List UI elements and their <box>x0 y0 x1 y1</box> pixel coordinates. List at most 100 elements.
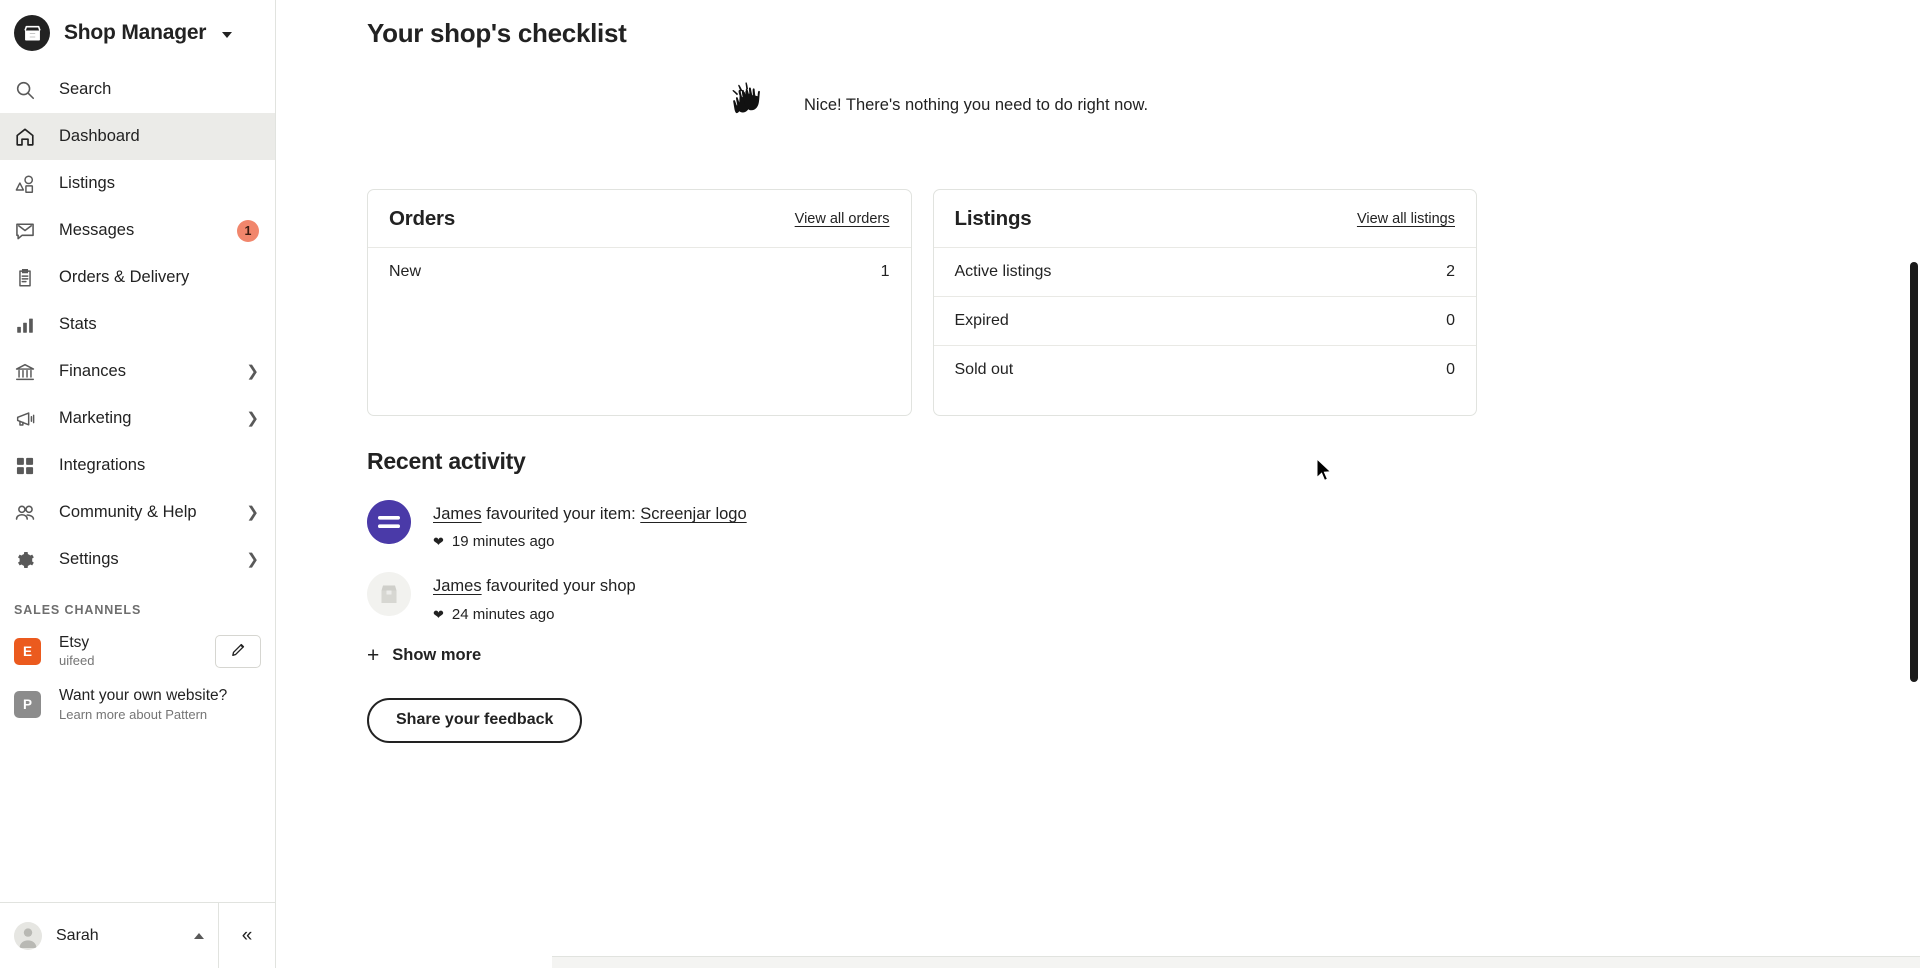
orders-row-new[interactable]: New 1 <box>368 248 911 296</box>
heart-icon: ❤ <box>433 608 444 621</box>
activity-target-link[interactable]: Screenjar logo <box>640 505 746 523</box>
sales-channel-pattern[interactable]: P Want your own website? Learn more abou… <box>0 678 275 731</box>
shapes-icon <box>14 173 40 195</box>
brand-title: Shop Manager <box>64 21 206 45</box>
listings-card: Listings View all listings Active listin… <box>933 189 1478 416</box>
sidebar-item-label: Stats <box>59 315 97 334</box>
chevron-down-icon[interactable] <box>222 32 232 38</box>
sidebar-item-messages[interactable]: Messages 1 <box>0 207 275 254</box>
sidebar-item-label: Messages <box>59 221 134 240</box>
collapse-sidebar-button[interactable]: « <box>219 903 275 968</box>
listings-row-label: Sold out <box>955 361 1014 379</box>
sidebar-item-label: Search <box>59 80 111 99</box>
bank-icon <box>14 361 40 383</box>
activity-line: James favourited your item: Screenjar lo… <box>433 503 747 525</box>
view-all-orders-link[interactable]: View all orders <box>795 211 890 227</box>
show-more-button[interactable]: + Show more <box>367 645 1920 666</box>
chevron-right-icon: ❯ <box>246 411 259 426</box>
sidebar-item-listings[interactable]: Listings <box>0 160 275 207</box>
sidebar-item-label: Marketing <box>59 409 131 428</box>
double-chevron-left-icon: « <box>242 925 253 947</box>
plus-icon: + <box>367 645 379 666</box>
activity-item: James favourited your item: Screenjar lo… <box>367 500 1920 550</box>
activity-actor-link[interactable]: James <box>433 505 482 523</box>
pencil-icon <box>230 641 247 663</box>
purple-lines-avatar <box>367 500 411 544</box>
sidebar-scroll-area: Shop Manager Search Dashb <box>0 0 275 902</box>
orders-card: Orders View all orders New 1 <box>367 189 912 416</box>
listings-row-expired[interactable]: Expired 0 <box>934 297 1477 346</box>
sidebar-item-label: Community & Help <box>59 503 197 522</box>
vertical-scrollbar[interactable] <box>1910 262 1918 682</box>
recent-activity-list: James favourited your item: Screenjar lo… <box>367 500 1920 666</box>
sidebar-item-finances[interactable]: Finances ❯ <box>0 348 275 395</box>
checklist-empty-message: Nice! There's nothing you need to do rig… <box>804 96 1148 115</box>
raised-hands-icon <box>730 79 782 132</box>
sidebar-item-label: Integrations <box>59 456 145 475</box>
etsy-channel-title: Etsy <box>59 633 215 652</box>
sidebar-item-integrations[interactable]: Integrations <box>0 442 275 489</box>
listings-row-label: Active listings <box>955 263 1052 281</box>
chevron-right-icon: ❯ <box>246 364 259 379</box>
sidebar-item-stats[interactable]: Stats <box>0 301 275 348</box>
bar-chart-icon <box>14 314 40 336</box>
show-more-label: Show more <box>392 646 481 665</box>
listings-row-value: 0 <box>1446 361 1455 379</box>
sidebar-item-label: Settings <box>59 550 119 569</box>
activity-body: James favourited your item: Screenjar lo… <box>433 500 747 550</box>
etsy-channel-subtitle: uifeed <box>59 653 215 670</box>
envelope-chat-icon <box>14 220 40 242</box>
listings-row-value: 0 <box>1446 312 1455 330</box>
edit-shop-button[interactable] <box>215 635 261 668</box>
listings-row-active[interactable]: Active listings 2 <box>934 248 1477 297</box>
sidebar-item-settings[interactable]: Settings ❯ <box>0 536 275 583</box>
orders-row-value: 1 <box>881 263 890 281</box>
sales-channel-etsy[interactable]: E Etsy uifeed <box>0 625 275 678</box>
people-icon <box>14 502 40 524</box>
listings-row-sold-out[interactable]: Sold out 0 <box>934 346 1477 394</box>
main-content: Your shop's checklist Nice! There's noth… <box>276 0 1920 968</box>
user-avatar-icon <box>14 922 42 950</box>
pattern-channel-title: Want your own website? <box>59 686 261 705</box>
heart-icon: ❤ <box>433 535 444 548</box>
activity-meta: ❤ 24 minutes ago <box>433 606 636 623</box>
activity-item: James favourited your shop ❤ 24 minutes … <box>367 572 1920 622</box>
sidebar-item-community-help[interactable]: Community & Help ❯ <box>0 489 275 536</box>
share-feedback-button[interactable]: Share your feedback <box>367 698 582 743</box>
sidebar-footer: Sarah « <box>0 902 275 968</box>
sidebar: Shop Manager Search Dashb <box>0 0 276 968</box>
sidebar-item-label: Orders & Delivery <box>59 268 189 287</box>
sidebar-item-marketing[interactable]: Marketing ❯ <box>0 395 275 442</box>
chevron-up-icon <box>194 933 204 939</box>
pattern-channel-subtitle: Learn more about Pattern <box>59 707 261 724</box>
orders-card-body: New 1 <box>368 248 911 415</box>
listings-card-body: Active listings 2 Expired 0 Sold out 0 <box>934 248 1477 394</box>
user-account-menu[interactable]: Sarah <box>0 903 219 968</box>
shop-manager-app: Shop Manager Search Dashb <box>0 0 1920 968</box>
activity-actor-link[interactable]: James <box>433 577 482 595</box>
chevron-right-icon: ❯ <box>246 505 259 520</box>
sidebar-item-dashboard[interactable]: Dashboard <box>0 113 275 160</box>
checklist-empty-state: Nice! There's nothing you need to do rig… <box>367 79 1920 132</box>
listings-card-header: Listings View all listings <box>934 190 1477 248</box>
activity-meta: ❤ 19 minutes ago <box>433 533 747 550</box>
view-all-listings-link[interactable]: View all listings <box>1357 211 1455 227</box>
page-title: Your shop's checklist <box>367 0 1920 49</box>
sidebar-item-label: Finances <box>59 362 126 381</box>
shop-bag-avatar <box>367 572 411 616</box>
pattern-tile-icon: P <box>14 691 41 718</box>
orders-card-title: Orders <box>389 207 455 231</box>
activity-body: James favourited your shop ❤ 24 minutes … <box>433 572 636 622</box>
megaphone-icon <box>14 408 40 430</box>
sidebar-item-orders-delivery[interactable]: Orders & Delivery <box>0 254 275 301</box>
orders-card-header: Orders View all orders <box>368 190 911 248</box>
bottom-bar <box>552 956 1920 968</box>
listings-row-value: 2 <box>1446 263 1455 281</box>
brand-shop-manager[interactable]: Shop Manager <box>0 0 275 66</box>
sidebar-item-search[interactable]: Search <box>0 66 275 113</box>
activity-action-text: favourited your shop <box>482 577 636 595</box>
gear-icon <box>14 549 40 571</box>
sidebar-item-label: Dashboard <box>59 127 140 146</box>
listings-card-title: Listings <box>955 207 1032 231</box>
search-icon <box>14 79 40 101</box>
